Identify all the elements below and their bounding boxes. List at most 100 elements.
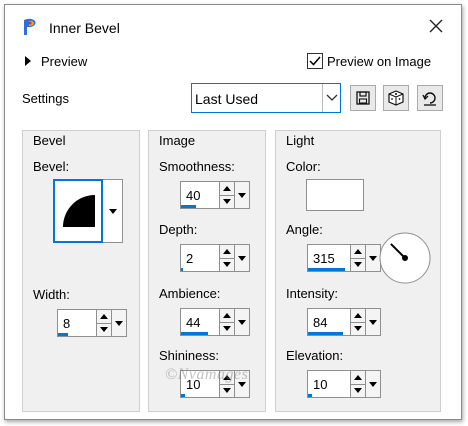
shininess-label: Shininess: — [159, 348, 219, 363]
dropdown-arrow-icon — [238, 319, 246, 325]
close-icon — [429, 19, 443, 33]
depth-spinner[interactable]: 2 — [180, 244, 250, 272]
decrement-button[interactable] — [220, 383, 234, 398]
depth-slider-bar[interactable] — [181, 268, 183, 271]
preview-on-image-checkbox[interactable] — [307, 53, 323, 69]
arrow-down-icon — [223, 326, 231, 332]
dice-icon — [388, 90, 404, 106]
increment-button[interactable] — [97, 310, 111, 323]
preview-label: Preview — [41, 54, 88, 69]
ambience-label: Ambience: — [159, 286, 221, 301]
ambience-slider-dropdown[interactable] — [235, 308, 250, 336]
angle-updown[interactable] — [351, 244, 366, 272]
decrement-button[interactable] — [351, 257, 365, 272]
smoothness-slider-dropdown[interactable] — [235, 181, 250, 209]
elevation-slider-dropdown[interactable] — [366, 370, 381, 398]
bevel-group-title: Bevel — [33, 133, 66, 148]
quarter-round-bevel-icon — [63, 195, 95, 227]
decrement-button[interactable] — [351, 321, 365, 336]
intensity-slider-dropdown[interactable] — [366, 308, 381, 336]
decrement-button[interactable] — [351, 383, 365, 398]
intensity-slider-bar[interactable] — [308, 332, 344, 335]
light-group-title: Light — [286, 133, 315, 148]
depth-value: 2 — [186, 251, 194, 266]
depth-label: Depth: — [159, 222, 198, 237]
arrow-down-icon — [223, 199, 231, 205]
increment-button[interactable] — [220, 182, 234, 195]
settings-selected-value: Last Used — [195, 91, 259, 107]
decrement-button[interactable] — [97, 322, 111, 337]
intensity-field[interactable]: 84 — [307, 308, 351, 336]
bevel-shape-preview[interactable] — [53, 179, 103, 243]
light-color-swatch[interactable] — [306, 179, 364, 211]
arrow-down-icon — [100, 327, 108, 333]
elevation-slider-bar[interactable] — [308, 394, 313, 397]
ambience-updown[interactable] — [220, 308, 235, 336]
increment-button[interactable] — [351, 245, 365, 258]
decrement-button[interactable] — [220, 257, 234, 272]
elevation-spinner[interactable]: 10 — [307, 370, 381, 398]
smoothness-slider-bar[interactable] — [181, 205, 197, 208]
ambience-field[interactable]: 44 — [180, 308, 220, 336]
save-preset-button[interactable] — [350, 85, 376, 111]
arrow-down-icon — [223, 262, 231, 268]
arrow-up-icon — [223, 248, 231, 254]
shininess-slider-bar[interactable] — [181, 394, 185, 397]
width-value: 8 — [63, 316, 71, 331]
close-button[interactable] — [423, 15, 449, 37]
width-label: Width: — [33, 287, 70, 302]
intensity-updown[interactable] — [351, 308, 366, 336]
angle-field[interactable]: 315 — [307, 244, 351, 272]
decrement-button[interactable] — [220, 321, 234, 336]
depth-updown[interactable] — [220, 244, 235, 272]
arrow-up-icon — [223, 312, 231, 318]
settings-label: Settings — [22, 91, 69, 106]
width-field[interactable]: 8 — [57, 309, 97, 337]
reset-button[interactable] — [417, 85, 443, 111]
depth-slider-dropdown[interactable] — [235, 244, 250, 272]
smoothness-label: Smoothness: — [159, 159, 235, 174]
increment-button[interactable] — [351, 371, 365, 384]
preview-on-image-label: Preview on Image — [327, 54, 432, 69]
increment-button[interactable] — [351, 309, 365, 322]
depth-field[interactable]: 2 — [180, 244, 220, 272]
bevel-group: Bevel Bevel: Width: 8 — [22, 130, 140, 412]
arrow-up-icon — [354, 374, 362, 380]
intensity-value: 84 — [313, 315, 328, 330]
increment-button[interactable] — [220, 309, 234, 322]
intensity-label: Intensity: — [286, 286, 339, 301]
randomize-button[interactable] — [383, 85, 409, 111]
bevel-label: Bevel: — [33, 159, 70, 174]
dropdown-arrow-icon — [108, 208, 117, 214]
paintshop-app-icon — [21, 17, 41, 37]
angle-spinner[interactable]: 315 — [307, 244, 381, 272]
smoothness-field[interactable]: 40 — [180, 181, 220, 209]
angle-slider-bar[interactable] — [308, 268, 345, 271]
dropdown-arrow-icon — [115, 320, 123, 326]
width-slider-dropdown[interactable] — [112, 309, 127, 337]
smoothness-spinner[interactable]: 40 — [180, 181, 250, 209]
preview-toggle[interactable] — [25, 54, 31, 69]
increment-button[interactable] — [220, 245, 234, 258]
ambience-slider-bar[interactable] — [181, 332, 209, 335]
dropdown-arrow-icon — [369, 381, 377, 387]
smoothness-updown[interactable] — [220, 181, 235, 209]
settings-dropdown[interactable]: Last Used — [191, 83, 341, 113]
color-label: Color: — [286, 159, 321, 174]
elevation-field[interactable]: 10 — [307, 370, 351, 398]
intensity-spinner[interactable]: 84 — [307, 308, 381, 336]
chevron-down-icon — [322, 84, 340, 112]
decrement-button[interactable] — [220, 194, 234, 209]
dropdown-arrow-icon — [238, 192, 246, 198]
dialog-title: Inner Bevel — [49, 20, 120, 36]
width-spinner[interactable]: 8 — [57, 309, 127, 337]
elevation-value: 10 — [313, 377, 328, 392]
bevel-shape-dropdown[interactable] — [103, 179, 123, 243]
angle-dial[interactable] — [378, 231, 432, 285]
arrow-up-icon — [100, 313, 108, 319]
elevation-updown[interactable] — [351, 370, 366, 398]
ambience-spinner[interactable]: 44 — [180, 308, 250, 336]
width-slider-bar[interactable] — [58, 333, 68, 336]
width-updown[interactable] — [97, 309, 112, 337]
smoothness-value: 40 — [186, 188, 201, 203]
